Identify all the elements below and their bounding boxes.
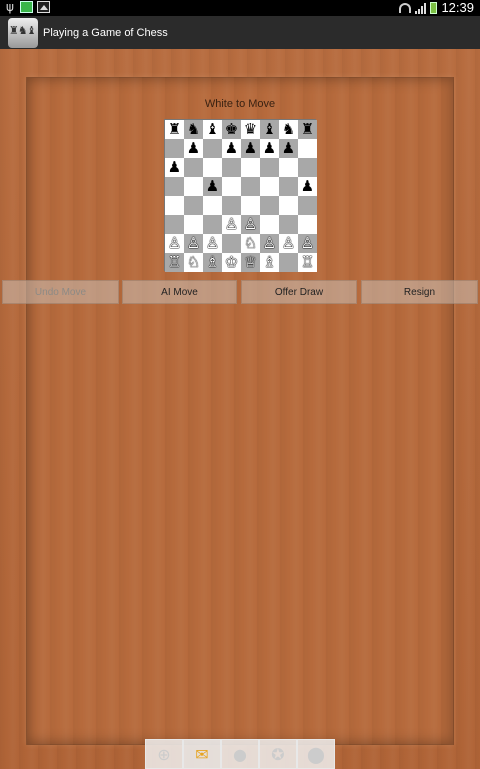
add-icon[interactable]: ⊕: [145, 739, 183, 769]
page-title: Playing a Game of Chess: [43, 26, 168, 39]
clock: 12:39: [441, 0, 474, 15]
chess-board[interactable]: ♜ ♞ ♝ ♚ ♛ ♝ ♞ ♜ ♟ ♟ ♟ ♟ ♟ ♟ ♟ ♟ ♙ ♙ ♙ ♙ ♙ ♘ ♙ ♙ ♙ ♖ ♘ ♗ ♔ ♕ ♗ ♖: [164, 119, 317, 272]
board-square[interactable]: ♟: [222, 139, 241, 158]
wifi-icon: [399, 3, 412, 13]
board-square[interactable]: [279, 177, 298, 196]
board-square[interactable]: ♛: [241, 120, 260, 139]
system-icons: 12:39: [399, 0, 474, 16]
badge-icon[interactable]: ✪: [259, 739, 297, 769]
board-square[interactable]: [222, 196, 241, 215]
action-bar: Playing a Game of Chess: [0, 16, 480, 49]
location-icon[interactable]: ⬤: [297, 739, 335, 769]
board-square[interactable]: [165, 139, 184, 158]
board-square[interactable]: [241, 177, 260, 196]
board-square[interactable]: [279, 253, 298, 272]
board-square[interactable]: ♙: [279, 234, 298, 253]
board-square[interactable]: [165, 177, 184, 196]
app-notification-icon: [20, 1, 33, 13]
board-square[interactable]: ♙: [260, 234, 279, 253]
board-square[interactable]: [260, 196, 279, 215]
board-square[interactable]: [222, 177, 241, 196]
board-square[interactable]: ♟: [203, 177, 222, 196]
battery-icon: [430, 2, 438, 14]
usb-icon: ψ: [6, 0, 14, 14]
ai-move-button[interactable]: AI Move: [122, 280, 237, 304]
mail-icon[interactable]: ✉: [183, 739, 221, 769]
board-square[interactable]: ♙: [184, 234, 203, 253]
status-bar: ψ 12:39: [0, 0, 480, 16]
undo-move-button[interactable]: Undo Move: [2, 280, 119, 304]
board-square[interactable]: ♟: [279, 139, 298, 158]
board-square[interactable]: [260, 177, 279, 196]
board-square[interactable]: ♞: [279, 120, 298, 139]
board-square[interactable]: ♗: [203, 253, 222, 272]
board-square[interactable]: [165, 196, 184, 215]
board-square[interactable]: ♙: [203, 234, 222, 253]
board-square[interactable]: ♚: [222, 120, 241, 139]
turn-label: White to Move: [204, 98, 276, 110]
game-controls: Undo Move AI Move Offer Draw Resign: [0, 280, 480, 305]
board-square[interactable]: [260, 158, 279, 177]
gallery-icon: [37, 1, 50, 13]
board-square[interactable]: [279, 196, 298, 215]
board-square[interactable]: ♙: [241, 215, 260, 234]
board-square[interactable]: ♝: [260, 120, 279, 139]
board-square[interactable]: [203, 196, 222, 215]
board-square[interactable]: ♟: [241, 139, 260, 158]
board-square[interactable]: ♟: [184, 139, 203, 158]
board-square[interactable]: [203, 215, 222, 234]
resign-button[interactable]: Resign: [361, 280, 478, 304]
offer-draw-button[interactable]: Offer Draw: [241, 280, 357, 304]
board-square[interactable]: ♕: [241, 253, 260, 272]
board-square[interactable]: [184, 158, 203, 177]
board-square[interactable]: ♟: [298, 177, 317, 196]
board-square[interactable]: [279, 215, 298, 234]
notification-icons: ψ: [6, 1, 50, 13]
board-square[interactable]: [260, 215, 279, 234]
board-square[interactable]: ♙: [298, 234, 317, 253]
board-square[interactable]: [241, 158, 260, 177]
board-square[interactable]: [222, 158, 241, 177]
board-square[interactable]: ♔: [222, 253, 241, 272]
board-square[interactable]: [165, 215, 184, 234]
signal-icon: [415, 2, 427, 14]
board-square[interactable]: ♝: [203, 120, 222, 139]
board-square[interactable]: ♖: [165, 253, 184, 272]
board-square[interactable]: [298, 196, 317, 215]
board-square[interactable]: ♖: [298, 253, 317, 272]
board-square[interactable]: [184, 177, 203, 196]
board-square[interactable]: ♟: [260, 139, 279, 158]
board-square[interactable]: [203, 158, 222, 177]
board-square[interactable]: ♘: [184, 253, 203, 272]
board-square[interactable]: [298, 139, 317, 158]
board-square[interactable]: [203, 139, 222, 158]
chess-app-icon[interactable]: [8, 17, 38, 48]
board-square[interactable]: ♙: [165, 234, 184, 253]
board-square[interactable]: [298, 158, 317, 177]
bottom-dock: ⊕ ✉ ● ✪ ⬤: [145, 739, 335, 769]
board-square[interactable]: ♞: [184, 120, 203, 139]
board-square[interactable]: ♗: [260, 253, 279, 272]
board-square[interactable]: ♟: [165, 158, 184, 177]
board-square[interactable]: [241, 196, 260, 215]
contact-icon[interactable]: ●: [221, 739, 259, 769]
board-square[interactable]: [298, 215, 317, 234]
board-square[interactable]: [279, 158, 298, 177]
board-square[interactable]: [222, 234, 241, 253]
board-square[interactable]: [184, 196, 203, 215]
board-square[interactable]: [184, 215, 203, 234]
board-square[interactable]: ♙: [222, 215, 241, 234]
board-square[interactable]: ♜: [298, 120, 317, 139]
board-square[interactable]: ♜: [165, 120, 184, 139]
board-square[interactable]: ♘: [241, 234, 260, 253]
